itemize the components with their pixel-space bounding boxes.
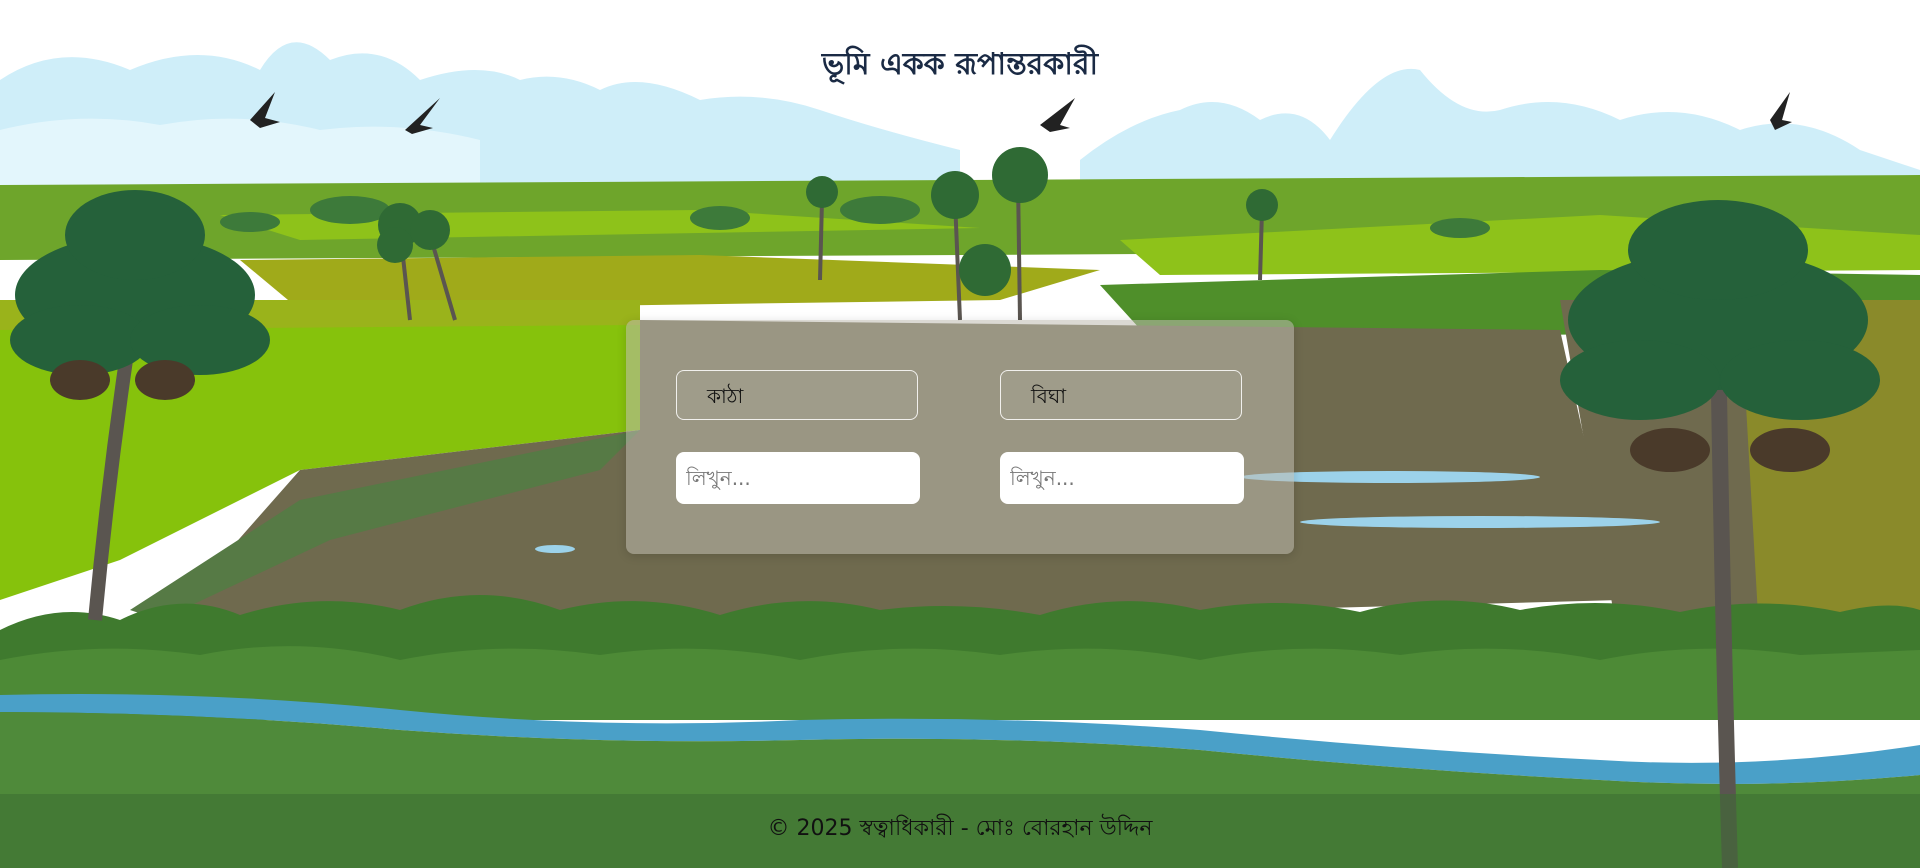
converter-card: কাঠা বিঘা: [626, 320, 1294, 554]
from-value-input[interactable]: [676, 452, 920, 504]
from-unit-select[interactable]: কাঠা: [676, 370, 918, 420]
footer-bar: © 2025 স্বত্বাধিকারী - মোঃ বোরহান উদ্দিন: [0, 794, 1920, 868]
copyright-text: © 2025 স্বত্বাধিকারী - মোঃ বোরহান উদ্দিন: [767, 816, 1153, 841]
to-unit-select[interactable]: বিঘা: [1000, 370, 1242, 420]
to-value-input[interactable]: [1000, 452, 1244, 504]
page-title: ভূমি একক রূপান্তরকারী: [821, 47, 1099, 82]
